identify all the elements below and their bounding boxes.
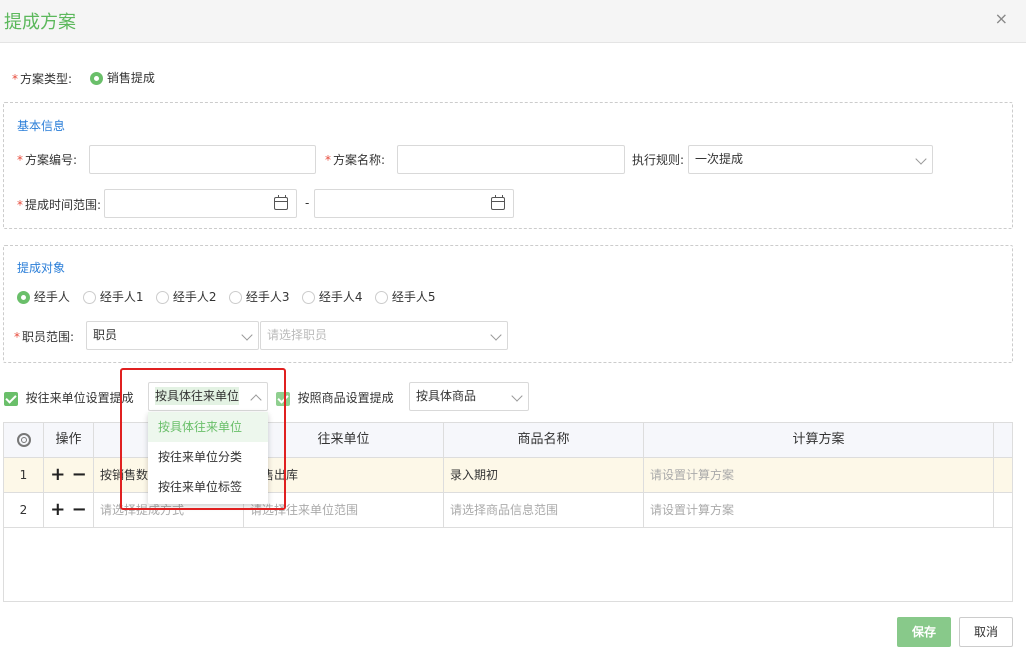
staff-type-select[interactable]: 职员 bbox=[86, 321, 259, 350]
by-goods-checkbox[interactable]: 按照商品设置提成 bbox=[276, 389, 394, 406]
staff-range-label: * 职员范围: bbox=[14, 330, 75, 344]
dialog-header: 提成方案 × bbox=[0, 0, 1026, 43]
row-end bbox=[994, 458, 1012, 493]
chevron-down-icon bbox=[490, 329, 502, 341]
goods-mode-select[interactable]: 按具体商品 bbox=[409, 382, 529, 411]
chevron-up-icon bbox=[250, 394, 262, 406]
column-settings[interactable] bbox=[4, 423, 44, 458]
end-date-input[interactable] bbox=[314, 189, 514, 218]
header-cell: 计算方案 bbox=[644, 423, 994, 458]
rule-select[interactable]: 一次提成 bbox=[688, 145, 933, 174]
header-cell: 操作 bbox=[44, 423, 94, 458]
unit-mode-select[interactable]: 按具体往来单位 bbox=[148, 382, 268, 411]
unit-cell[interactable]: 请选择往来单位范围 bbox=[244, 493, 444, 528]
row-actions: + − bbox=[44, 493, 94, 528]
handler-radio-2[interactable]: 经手人2 bbox=[156, 288, 216, 305]
date-separator: - bbox=[305, 196, 310, 210]
save-button[interactable]: 保存 bbox=[897, 617, 951, 647]
unit-mode-dropdown: 按具体往来单位 按往来单位分类 按往来单位标签 bbox=[148, 412, 268, 504]
radio-icon bbox=[17, 291, 30, 304]
row-actions: + − bbox=[44, 458, 94, 493]
header-cell: 商品名称 bbox=[444, 423, 644, 458]
goods-cell[interactable]: 请选择商品信息范围 bbox=[444, 493, 644, 528]
staff-select[interactable]: 请选择职员 bbox=[260, 321, 508, 350]
scheme-code-label: * 方案编号: bbox=[17, 153, 78, 167]
handler-radio-1[interactable]: 经手人1 bbox=[83, 288, 143, 305]
calendar-icon[interactable] bbox=[491, 195, 505, 210]
scheme-name-label: * 方案名称: bbox=[325, 153, 386, 167]
calc-cell[interactable]: 请设置计算方案 bbox=[644, 493, 994, 528]
radio-icon bbox=[90, 72, 103, 85]
unit-cell[interactable]: 销售出库 bbox=[244, 458, 444, 493]
checkbox-icon bbox=[4, 391, 18, 406]
calendar-icon[interactable] bbox=[274, 195, 288, 210]
handler-radio-4[interactable]: 经手人4 bbox=[302, 288, 362, 305]
basic-info-title: 基本信息 bbox=[17, 119, 66, 133]
scheme-type-radio[interactable]: 销售提成 bbox=[90, 69, 155, 86]
row-number: 2 bbox=[4, 493, 44, 528]
add-row-button[interactable]: + bbox=[50, 499, 65, 520]
radio-icon bbox=[229, 291, 242, 304]
goods-cell[interactable]: 录入期初 bbox=[444, 458, 644, 493]
row-number: 1 bbox=[4, 458, 44, 493]
dropdown-option[interactable]: 按具体往来单位 bbox=[148, 412, 268, 442]
close-icon[interactable]: × bbox=[995, 9, 1008, 28]
row-end bbox=[994, 493, 1012, 528]
rule-label: 执行规则: bbox=[632, 153, 685, 167]
handler-radio-5[interactable]: 经手人5 bbox=[375, 288, 435, 305]
cancel-button[interactable]: 取消 bbox=[959, 617, 1013, 647]
dropdown-option[interactable]: 按往来单位分类 bbox=[148, 442, 268, 472]
by-unit-checkbox[interactable]: 按往来单位设置提成 bbox=[4, 389, 134, 406]
scheme-code-input[interactable] bbox=[89, 145, 316, 174]
chevron-down-icon bbox=[511, 390, 523, 402]
scheme-name-input[interactable] bbox=[397, 145, 625, 174]
chevron-down-icon bbox=[915, 153, 927, 165]
calc-cell[interactable]: 请设置计算方案 bbox=[644, 458, 994, 493]
target-title: 提成对象 bbox=[17, 261, 66, 275]
scheme-type-label: * 方案类型: bbox=[12, 72, 73, 86]
handler-radio-3[interactable]: 经手人3 bbox=[229, 288, 289, 305]
dropdown-option[interactable]: 按往来单位标签 bbox=[148, 472, 268, 502]
dialog-title: 提成方案 bbox=[4, 12, 76, 33]
remove-row-button[interactable]: − bbox=[72, 464, 87, 485]
chevron-down-icon bbox=[241, 329, 253, 341]
radio-icon bbox=[375, 291, 388, 304]
remove-row-button[interactable]: − bbox=[72, 499, 87, 520]
radio-icon bbox=[156, 291, 169, 304]
header-cell bbox=[994, 423, 1012, 458]
header-cell: 往来单位 bbox=[244, 423, 444, 458]
handler-radio-0[interactable]: 经手人 bbox=[17, 288, 70, 305]
add-row-button[interactable]: + bbox=[50, 464, 65, 485]
start-date-input[interactable] bbox=[104, 189, 297, 218]
time-range-label: * 提成时间范围: bbox=[17, 198, 102, 212]
radio-icon bbox=[83, 291, 96, 304]
gear-icon[interactable] bbox=[16, 432, 31, 447]
radio-icon bbox=[302, 291, 315, 304]
checkbox-icon bbox=[276, 391, 290, 406]
